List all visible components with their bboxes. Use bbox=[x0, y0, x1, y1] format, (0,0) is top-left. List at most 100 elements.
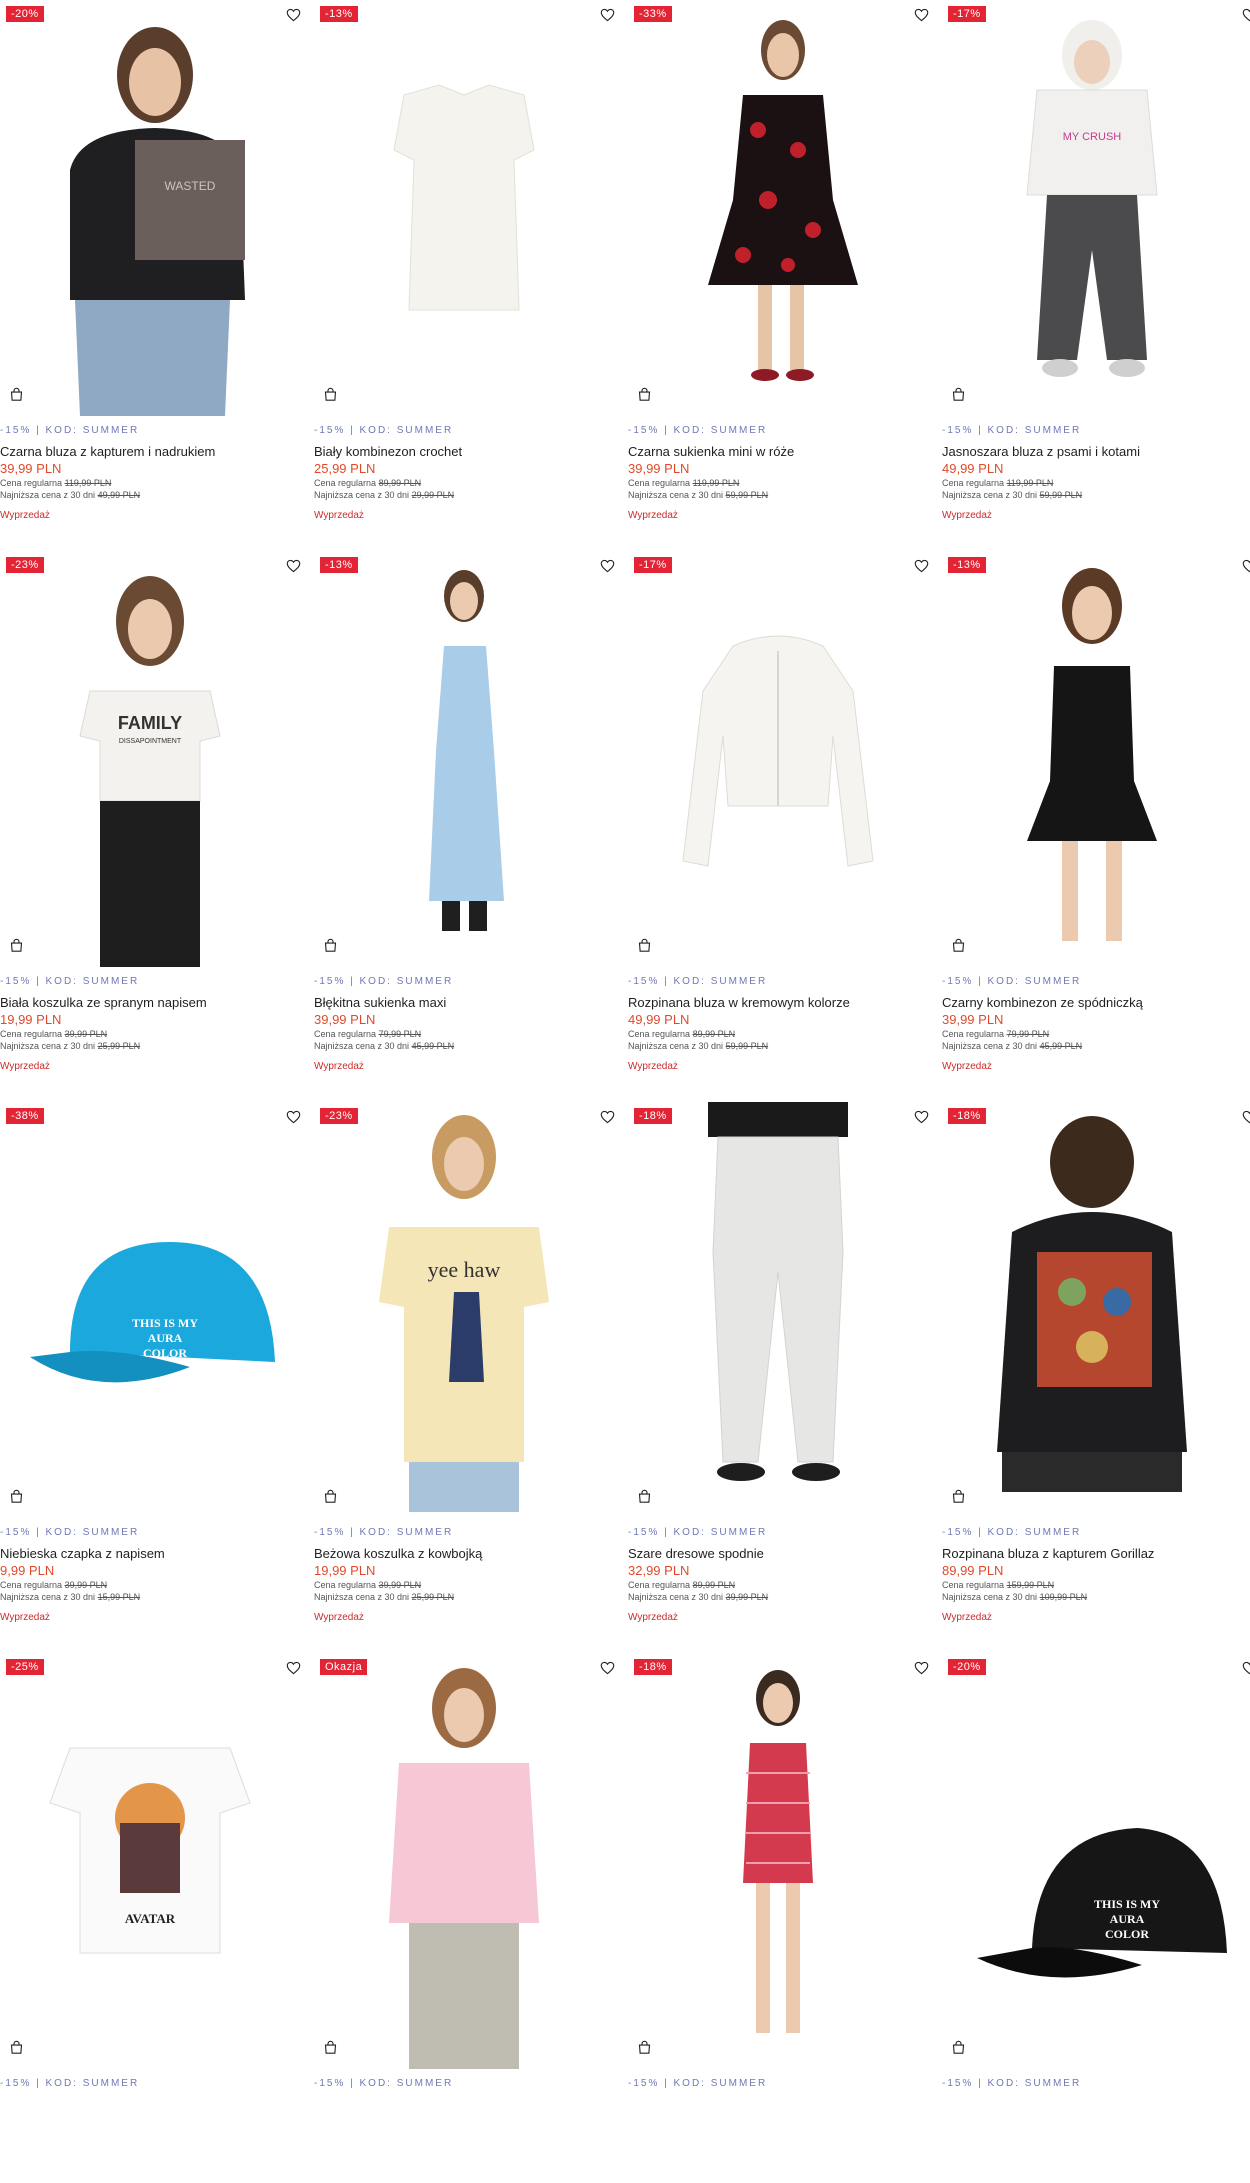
product-card[interactable]: -18% -15% | KOD: SUMMER Szare dresowe sp… bbox=[628, 1102, 928, 1632]
heart-outline-icon[interactable] bbox=[596, 1106, 618, 1128]
shopping-bag-icon[interactable] bbox=[946, 2035, 970, 2059]
product-image[interactable]: AVATAR bbox=[0, 1653, 300, 2069]
lowest-price-label: Najniższa cena z 30 dni bbox=[0, 1592, 96, 1602]
shopping-bag-icon[interactable] bbox=[946, 933, 970, 957]
shopping-bag-icon[interactable] bbox=[632, 1484, 656, 1508]
product-card[interactable]: Okazja -15% | KOD: SUMMER bbox=[314, 1653, 614, 2183]
regular-price-row: Cena regularna 39,99 PLN bbox=[314, 1579, 614, 1591]
product-name[interactable]: Niebieska czapka z napisem bbox=[0, 1545, 300, 1562]
product-card[interactable]: AVATAR -25% -15% | KOD: SUMMER bbox=[0, 1653, 300, 2183]
heart-outline-icon[interactable] bbox=[596, 555, 618, 577]
svg-text:yee haw: yee haw bbox=[428, 1257, 501, 1282]
shopping-bag-icon[interactable] bbox=[4, 382, 28, 406]
lowest-price-label: Najniższa cena z 30 dni bbox=[314, 1592, 410, 1602]
heart-outline-icon[interactable] bbox=[910, 1106, 932, 1128]
shopping-bag-icon[interactable] bbox=[318, 382, 342, 406]
shopping-bag-icon[interactable] bbox=[632, 933, 656, 957]
heart-outline-icon[interactable] bbox=[282, 555, 304, 577]
sale-label[interactable]: Wyprzedaż bbox=[942, 510, 1242, 522]
product-name[interactable]: Czarny kombinezon ze spódniczką bbox=[942, 994, 1242, 1011]
sale-label[interactable]: Wyprzedaż bbox=[628, 1612, 928, 1624]
heart-outline-icon[interactable] bbox=[1238, 1106, 1250, 1128]
sale-label[interactable]: Wyprzedaż bbox=[942, 1061, 1242, 1073]
product-name[interactable]: Szare dresowe spodnie bbox=[628, 1545, 928, 1562]
shopping-bag-icon[interactable] bbox=[946, 1484, 970, 1508]
svg-text:AURA: AURA bbox=[1110, 1912, 1145, 1926]
product-card[interactable]: FAMILY DISSAPOINTMENT -23% -15% | KOD: S… bbox=[0, 551, 300, 1081]
product-card[interactable]: MY CRUSH -17% -15% | KOD: SUMMER Jasnosz… bbox=[942, 0, 1250, 530]
product-name[interactable]: Jasnoszara bluza z psami i kotami bbox=[942, 443, 1242, 460]
sale-label[interactable]: Wyprzedaż bbox=[628, 510, 928, 522]
sale-label[interactable]: Wyprzedaż bbox=[314, 1612, 614, 1624]
product-image[interactable]: MY CRUSH bbox=[942, 0, 1242, 416]
heart-outline-icon[interactable] bbox=[910, 555, 932, 577]
product-card[interactable]: yee haw -23% -15% | KOD: SUMMER Beżowa k… bbox=[314, 1102, 614, 1632]
product-image[interactable] bbox=[314, 1653, 614, 2069]
product-image[interactable]: FAMILY DISSAPOINTMENT bbox=[0, 551, 300, 967]
product-card[interactable]: -13% -15% | KOD: SUMMER Błękitna sukienk… bbox=[314, 551, 614, 1081]
product-image[interactable] bbox=[628, 1102, 928, 1518]
lowest-price-label: Najniższa cena z 30 dni bbox=[628, 1592, 724, 1602]
product-name[interactable]: Biała koszulka ze spranym napisem bbox=[0, 994, 300, 1011]
heart-outline-icon[interactable] bbox=[282, 4, 304, 26]
shopping-bag-icon[interactable] bbox=[318, 1484, 342, 1508]
heart-outline-icon[interactable] bbox=[282, 1657, 304, 1679]
promo-code-label: -15% | KOD: SUMMER bbox=[314, 976, 454, 987]
product-card[interactable]: -13% -15% | KOD: SUMMER Czarny kombinezo… bbox=[942, 551, 1250, 1081]
shopping-bag-icon[interactable] bbox=[318, 2035, 342, 2059]
sale-label[interactable]: Wyprzedaż bbox=[0, 510, 300, 522]
shopping-bag-icon[interactable] bbox=[4, 2035, 28, 2059]
product-image[interactable] bbox=[942, 1102, 1242, 1518]
shopping-bag-icon[interactable] bbox=[632, 2035, 656, 2059]
product-image[interactable] bbox=[628, 1653, 928, 2069]
shopping-bag-icon[interactable] bbox=[4, 933, 28, 957]
heart-outline-icon[interactable] bbox=[910, 4, 932, 26]
product-card[interactable]: -18% -15% | KOD: SUMMER bbox=[628, 1653, 928, 2183]
product-card[interactable]: -17% -15% | KOD: SUMMER Rozpinana bluza … bbox=[628, 551, 928, 1081]
sale-label[interactable]: Wyprzedaż bbox=[942, 1612, 1242, 1624]
shopping-bag-icon[interactable] bbox=[632, 382, 656, 406]
heart-outline-icon[interactable] bbox=[1238, 1657, 1250, 1679]
shopping-bag-icon[interactable] bbox=[318, 933, 342, 957]
product-name[interactable]: Beżowa koszulka z kowbojką bbox=[314, 1545, 614, 1562]
sale-label[interactable]: Wyprzedaż bbox=[628, 1061, 928, 1073]
discount-badge: -38% bbox=[6, 1108, 44, 1124]
product-price: 32,99 PLN bbox=[628, 1563, 690, 1578]
product-image[interactable] bbox=[942, 551, 1242, 967]
regular-price-value: 119,99 PLN bbox=[64, 478, 112, 488]
sale-label[interactable]: Wyprzedaż bbox=[0, 1061, 300, 1073]
product-image[interactable]: yee haw bbox=[314, 1102, 614, 1518]
product-image[interactable] bbox=[628, 551, 928, 967]
product-image[interactable] bbox=[628, 0, 928, 416]
sale-label[interactable]: Wyprzedaż bbox=[0, 1612, 300, 1624]
product-image[interactable]: THIS IS MY AURA COLOR bbox=[942, 1653, 1242, 2069]
product-name[interactable]: Rozpinana bluza w kremowym kolorze bbox=[628, 994, 928, 1011]
sale-label[interactable]: Wyprzedaż bbox=[314, 1061, 614, 1073]
heart-outline-icon[interactable] bbox=[1238, 555, 1250, 577]
product-name[interactable]: Czarna bluza z kapturem i nadrukiem bbox=[0, 443, 300, 460]
product-image[interactable] bbox=[314, 0, 614, 416]
product-image[interactable] bbox=[314, 551, 614, 967]
product-card[interactable]: THIS IS MY AURA COLOR -38% -15% | KOD: S… bbox=[0, 1102, 300, 1632]
product-card[interactable]: WASTED -20% -15% | KOD: SUMMER Czarna bl… bbox=[0, 0, 300, 530]
heart-outline-icon[interactable] bbox=[596, 1657, 618, 1679]
heart-outline-icon[interactable] bbox=[910, 1657, 932, 1679]
shopping-bag-icon[interactable] bbox=[946, 382, 970, 406]
product-card[interactable]: -18% -15% | KOD: SUMMER Rozpinana bluza … bbox=[942, 1102, 1250, 1632]
product-card[interactable]: -33% -15% | KOD: SUMMER Czarna sukienka … bbox=[628, 0, 928, 530]
lowest-price-label: Najniższa cena z 30 dni bbox=[942, 1592, 1038, 1602]
regular-price-label: Cena regularna bbox=[942, 478, 1005, 488]
sale-label[interactable]: Wyprzedaż bbox=[314, 510, 614, 522]
product-name[interactable]: Błękitna sukienka maxi bbox=[314, 994, 614, 1011]
product-image[interactable]: THIS IS MY AURA COLOR bbox=[0, 1102, 300, 1518]
product-name[interactable]: Rozpinana bluza z kapturem Gorillaz bbox=[942, 1545, 1242, 1562]
product-name[interactable]: Biały kombinezon crochet bbox=[314, 443, 614, 460]
shopping-bag-icon[interactable] bbox=[4, 1484, 28, 1508]
product-card[interactable]: THIS IS MY AURA COLOR -20% -15% | KOD: S… bbox=[942, 1653, 1250, 2183]
product-image[interactable]: WASTED bbox=[0, 0, 300, 416]
product-card[interactable]: -13% -15% | KOD: SUMMER Biały kombinezon… bbox=[314, 0, 614, 530]
product-name[interactable]: Czarna sukienka mini w róże bbox=[628, 443, 928, 460]
heart-outline-icon[interactable] bbox=[596, 4, 618, 26]
heart-outline-icon[interactable] bbox=[282, 1106, 304, 1128]
heart-outline-icon[interactable] bbox=[1238, 4, 1250, 26]
